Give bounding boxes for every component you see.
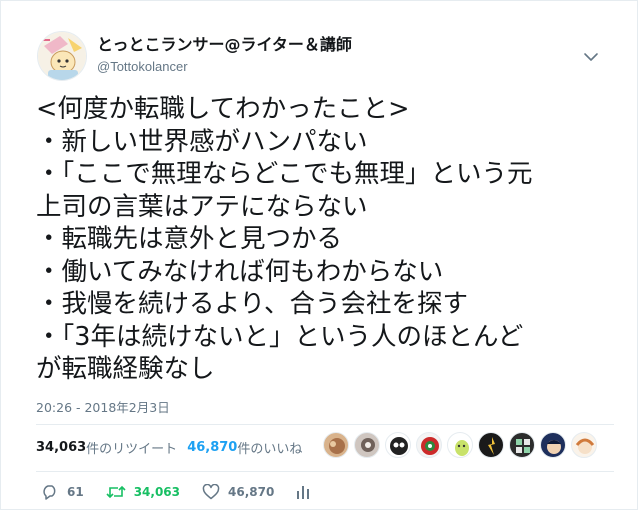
user-handle[interactable]: @Tottokolancer xyxy=(97,58,352,76)
liker-avatar[interactable] xyxy=(540,432,566,458)
liker-avatar[interactable] xyxy=(323,432,349,458)
likes-stat-label: 件のいいね xyxy=(237,442,303,457)
heart-icon xyxy=(202,484,220,500)
tweet-line: <何度か転職してわかったこと> xyxy=(36,94,410,124)
tweet-line: ・我慢を続けるより、合う会社を探す xyxy=(36,289,468,319)
retweet-button[interactable]: 34,063 xyxy=(106,484,180,500)
tweet-line: ・「ここで無理ならどこでも無理」という元 xyxy=(36,159,533,189)
retweet-count: 34,063 xyxy=(133,485,181,499)
like-count: 46,870 xyxy=(228,485,275,499)
avatar[interactable] xyxy=(37,31,87,81)
tweet-timestamp[interactable]: 20:26 - 2018年2月3日 xyxy=(36,397,170,416)
tweet-card: とっとこランサー@ライター＆講師 @Tottokolancer <何度か転職して… xyxy=(0,0,638,510)
liker-avatar[interactable] xyxy=(416,432,442,458)
liker-avatars xyxy=(323,432,597,458)
likes-stat-count: 46,870 xyxy=(187,440,238,455)
chevron-down-icon[interactable] xyxy=(583,49,599,65)
tweet-line: ・新しい世界感がハンパない xyxy=(36,126,368,157)
reply-count: 61 xyxy=(67,485,84,499)
avatar-illustration-icon xyxy=(38,32,86,80)
likes-stat[interactable]: 46,870 件のいいね xyxy=(187,438,302,457)
liker-avatar[interactable] xyxy=(509,432,535,458)
liker-avatar[interactable] xyxy=(478,432,504,458)
tweet-line: 上司の言葉はアテにならない xyxy=(36,191,368,222)
liker-avatar[interactable] xyxy=(385,432,411,458)
liker-avatar[interactable] xyxy=(571,432,597,458)
reply-icon xyxy=(43,485,56,500)
liker-avatar[interactable] xyxy=(447,432,473,458)
tweet-line: ・転職先は意外と見つかる xyxy=(36,224,343,254)
divider xyxy=(36,471,614,472)
tweet-line: が転職経験なし xyxy=(36,354,215,384)
retweets-stat-count: 34,063 xyxy=(36,440,87,455)
reply-button[interactable]: 61 xyxy=(41,484,84,500)
tweet-text: <何度か転職してわかったこと> ・新しい世界感がハンパない ・「ここで無理ならど… xyxy=(36,93,616,386)
tweet-line: ・「3年は続けないと」という人のほとんど xyxy=(36,321,524,352)
display-name[interactable]: とっとこランサー@ライター＆講師 xyxy=(97,35,352,55)
like-button[interactable]: 46,870 xyxy=(202,484,274,500)
liker-avatar[interactable] xyxy=(354,432,380,458)
tweet-stats: 34,063 件のリツイート 46,870 件のいいね xyxy=(36,438,302,457)
divider xyxy=(36,424,614,425)
tweet-actions: 61 34,063 46,870 xyxy=(41,484,340,500)
user-header[interactable]: とっとこランサー@ライター＆講師 @Tottokolancer xyxy=(97,35,352,76)
analytics-button[interactable] xyxy=(296,484,318,500)
retweets-stat[interactable]: 34,063 件のリツイート xyxy=(36,438,177,457)
analytics-icon xyxy=(297,486,310,499)
retweet-icon xyxy=(106,485,126,499)
tweet-line: ・働いてみなければ何もわからない xyxy=(36,256,444,287)
retweets-stat-label: 件のリツイート xyxy=(86,442,178,457)
